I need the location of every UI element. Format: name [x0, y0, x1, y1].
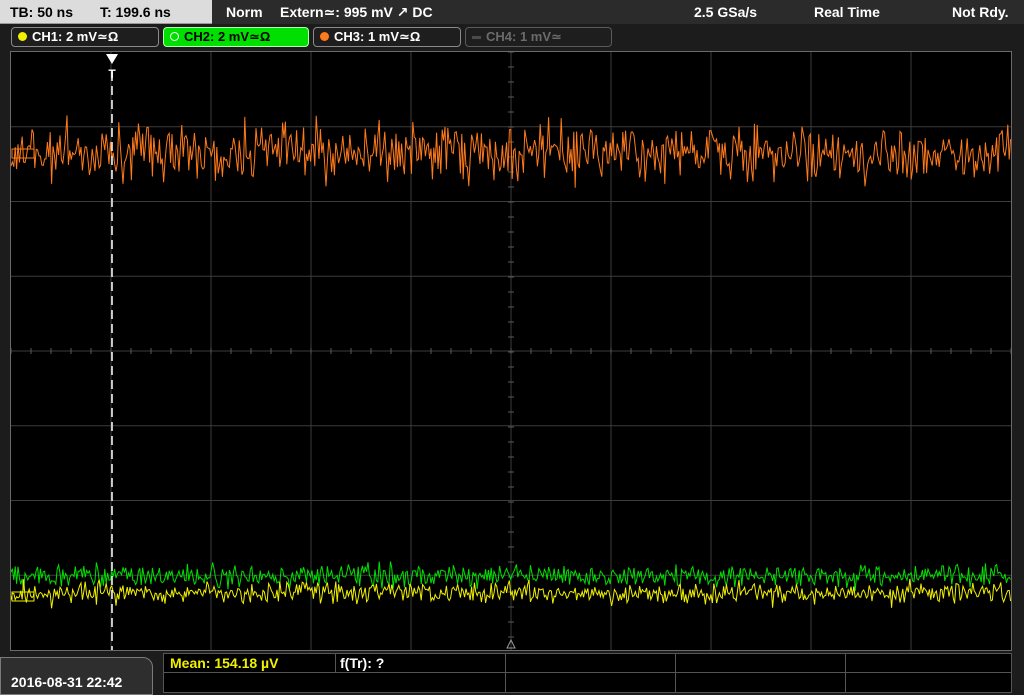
measurement-cell-6[interactable] [164, 673, 506, 693]
timebase-value: TB: 50 ns [10, 4, 74, 20]
measurement-cell-3[interactable] [506, 654, 676, 673]
ch4-indicator-icon [472, 36, 481, 39]
measurement-cell-7[interactable] [506, 673, 676, 693]
measurement-cell-8[interactable] [676, 673, 846, 693]
status-bar: TB: 50 ns T: 199.6 ns Norm Extern≃: 995 … [0, 0, 1024, 24]
channel-tabs: CH1: 2 mV≃Ω CH2: 2 mV≃Ω CH3: 1 mV≃Ω CH4:… [0, 24, 1024, 50]
waveform-display[interactable]: T [10, 51, 1012, 651]
channel-tab-label: CH1: 2 mV≃Ω [32, 29, 119, 44]
trigger-marker-label: T [108, 67, 116, 81]
acquisition-status: Not Rdy. [952, 4, 1009, 20]
acquisition-mode: Real Time [814, 4, 880, 20]
ch3-indicator-icon [320, 32, 329, 41]
waveform-canvas: T [11, 52, 1011, 650]
datetime-panel: 2016-08-31 22:42 [0, 657, 153, 695]
trigger-source[interactable]: Extern≃: 995 mV ↗ DC [280, 4, 433, 21]
channel-tab-ch1[interactable]: CH1: 2 mV≃Ω [11, 27, 159, 47]
channel-tab-ch3[interactable]: CH3: 1 mV≃Ω [313, 27, 461, 47]
trigger-time-value: T: 199.6 ns [100, 4, 171, 20]
measurement-mean: Mean: 154.18 µV [170, 655, 279, 671]
datetime: 2016-08-31 22:42 [11, 674, 123, 690]
measurement-risetime-freq: f(Tr): ? [340, 655, 385, 671]
ch2-indicator-icon [170, 32, 179, 41]
timebase-panel[interactable]: TB: 50 ns T: 199.6 ns [0, 0, 212, 24]
channel-tab-label: CH3: 1 mV≃Ω [334, 29, 421, 44]
measurement-cell-2[interactable]: f(Tr): ? [336, 654, 506, 673]
channel-tab-ch2[interactable]: CH2: 2 mV≃Ω [163, 27, 309, 47]
ch1-indicator-icon [18, 32, 27, 41]
sample-rate: 2.5 GSa/s [694, 4, 758, 20]
measurement-cell-5[interactable] [846, 654, 1012, 673]
measurement-panel[interactable]: Mean: 154.18 µV f(Tr): ? [163, 653, 1012, 693]
channel-tab-label: CH4: 1 mV≃ [486, 29, 562, 44]
channel-tab-ch4[interactable]: CH4: 1 mV≃ [465, 27, 612, 47]
trigger-mode[interactable]: Norm [226, 4, 263, 20]
measurement-cell-4[interactable] [676, 654, 846, 673]
channel-tab-label: CH2: 2 mV≃Ω [184, 29, 271, 44]
measurement-cell-1[interactable]: Mean: 154.18 µV [164, 654, 336, 673]
trigger-arrow-icon[interactable] [106, 54, 118, 64]
measurement-cell-9[interactable] [846, 673, 1012, 693]
bottom-bar: 2016-08-31 22:42 Mean: 154.18 µV f(Tr): … [0, 651, 1024, 695]
